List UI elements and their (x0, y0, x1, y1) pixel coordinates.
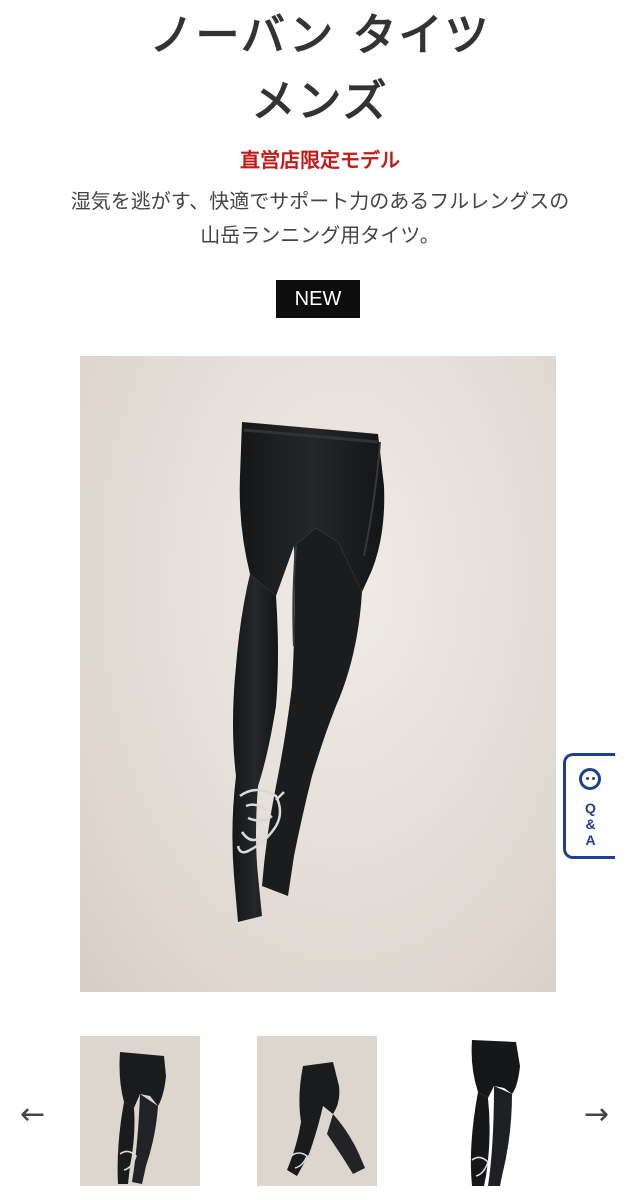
product-description: 湿気を逃がす、快適でサポート力のあるフルレングスの 山岳ランニング用タイツ。 (0, 184, 640, 252)
new-badge: NEW (276, 280, 360, 318)
chat-bubble-icon (579, 768, 601, 790)
prev-arrow-icon[interactable]: ← (20, 1100, 45, 1130)
thumb-tights-front (117, 1052, 166, 1184)
thumb-tights-side (287, 1062, 365, 1176)
qa-label: Q & A (585, 800, 596, 848)
qa-tab[interactable]: Q & A (563, 753, 615, 859)
thumbnail-white-bg[interactable] (436, 1036, 556, 1186)
description-line2: 山岳ランニング用タイツ。 (200, 223, 440, 247)
description-line1: 湿気を逃がす、快適でサポート力のあるフルレングスの (70, 189, 570, 213)
product-title-line1: ノーバン タイツ (149, 10, 491, 61)
next-arrow-icon[interactable]: → (584, 1100, 609, 1130)
product-main-image[interactable] (80, 356, 556, 992)
thumb-tights-white (470, 1040, 520, 1186)
limited-model-label: 直営店限定モデル (240, 148, 400, 172)
tights-illustration (232, 422, 385, 922)
product-title-line2: メンズ (251, 76, 389, 127)
thumbnail-front[interactable] (80, 1036, 200, 1186)
thumbnail-side[interactable] (257, 1036, 377, 1186)
